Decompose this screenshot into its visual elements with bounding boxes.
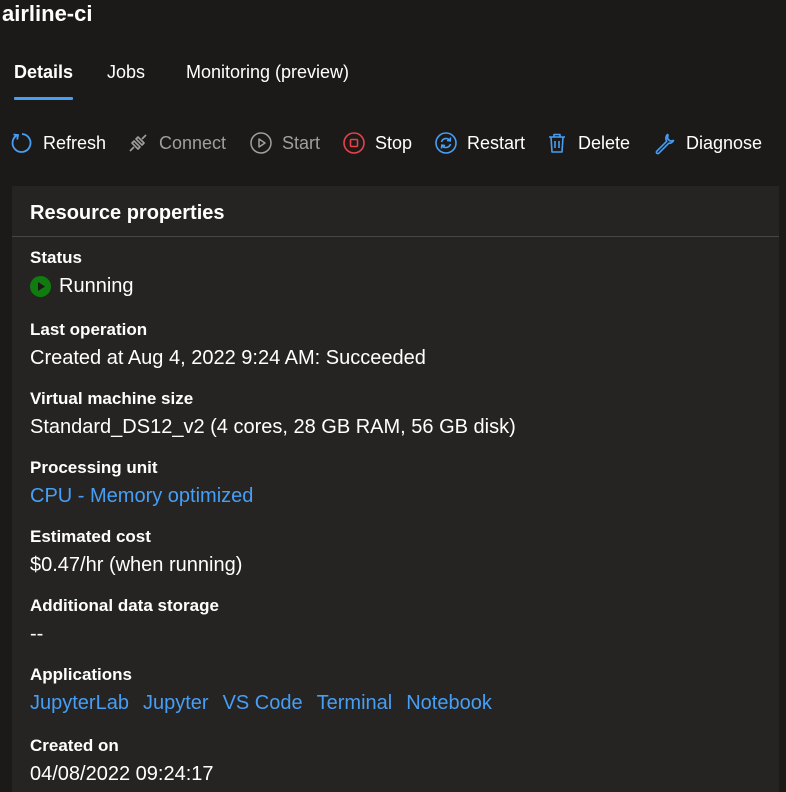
plug-icon <box>126 131 150 155</box>
processing-unit-label: Processing unit <box>30 458 158 477</box>
page-title: airline-ci <box>2 1 93 26</box>
last-operation-property: Last operation Created at Aug 4, 2022 9:… <box>30 319 426 372</box>
vm-size-property: Virtual machine size Standard_DS12_v2 (4… <box>30 388 516 441</box>
diagnose-label: Diagnose <box>686 132 763 153</box>
estimated-cost-value: $0.47/hr (when running) <box>30 554 243 576</box>
vm-size-value: Standard_DS12_v2 (4 cores, 28 GB RAM, 56… <box>30 416 516 438</box>
card-title: Resource properties <box>12 186 779 237</box>
created-on-value: 04/08/2022 09:24:17 <box>30 763 214 785</box>
app-link-jupyterlab[interactable]: JupyterLab <box>30 689 129 717</box>
app-link-terminal[interactable]: Terminal <box>317 689 393 717</box>
compute-details-page: airline-ci Details Jobs Monitoring (prev… <box>0 0 786 792</box>
processing-unit-link[interactable]: CPU - Memory optimized <box>30 482 253 510</box>
last-operation-value: Created at Aug 4, 2022 9:24 AM: Succeede… <box>30 347 426 369</box>
stop-label: Stop <box>375 132 413 153</box>
restart-label: Restart <box>467 132 526 153</box>
connect-button[interactable]: Connect <box>126 124 226 162</box>
tab-jobs[interactable]: Jobs <box>107 56 145 100</box>
additional-storage-label: Additional data storage <box>30 596 219 615</box>
applications-label: Applications <box>30 665 133 684</box>
vm-size-label: Virtual machine size <box>30 389 194 408</box>
delete-button[interactable]: Delete <box>545 124 630 162</box>
last-operation-label: Last operation <box>30 320 148 339</box>
running-status-icon <box>30 275 51 297</box>
play-icon <box>249 131 273 155</box>
diagnose-button[interactable]: Diagnose <box>653 124 762 162</box>
estimated-cost-label: Estimated cost <box>30 527 151 546</box>
refresh-button[interactable]: Refresh <box>10 124 106 162</box>
status-label: Status <box>30 248 82 267</box>
resource-properties-card: Resource properties Status Running Last … <box>12 186 779 792</box>
trash-icon <box>545 131 569 155</box>
refresh-label: Refresh <box>43 132 107 153</box>
tab-details[interactable]: Details <box>14 56 74 100</box>
created-on-label: Created on <box>30 736 119 755</box>
stop-button[interactable]: Stop <box>342 124 412 162</box>
app-link-jupyter[interactable]: Jupyter <box>143 689 209 717</box>
additional-storage-value: -- <box>30 623 44 645</box>
app-link-vscode[interactable]: VS Code <box>223 689 303 717</box>
estimated-cost-property: Estimated cost $0.47/hr (when running) <box>30 526 242 579</box>
connect-label: Connect <box>159 132 227 153</box>
status-value: Running <box>59 275 134 297</box>
start-button[interactable]: Start <box>249 124 320 162</box>
tab-bar: Details Jobs Monitoring (preview) <box>0 56 786 102</box>
wrench-icon <box>653 131 677 155</box>
restart-button[interactable]: Restart <box>434 124 525 162</box>
stop-icon <box>342 131 366 155</box>
applications-list: JupyterLab Jupyter VS Code Terminal Note… <box>30 689 506 717</box>
status-value-row: Running <box>30 272 134 300</box>
additional-storage-property: Additional data storage -- <box>30 595 219 648</box>
created-on-property: Created on 04/08/2022 09:24:17 <box>30 735 214 788</box>
start-label: Start <box>282 132 321 153</box>
app-link-notebook[interactable]: Notebook <box>406 689 492 717</box>
processing-unit-property: Processing unit CPU - Memory optimized <box>30 457 253 510</box>
tab-monitoring[interactable]: Monitoring (preview) <box>186 56 349 100</box>
status-property: Status Running <box>30 247 134 300</box>
restart-icon <box>434 131 458 155</box>
command-bar: Refresh Connect Start Stop Restart Delet… <box>0 124 786 162</box>
delete-label: Delete <box>578 132 631 153</box>
refresh-icon <box>10 131 34 155</box>
applications-property: Applications JupyterLab Jupyter VS Code … <box>30 664 506 717</box>
